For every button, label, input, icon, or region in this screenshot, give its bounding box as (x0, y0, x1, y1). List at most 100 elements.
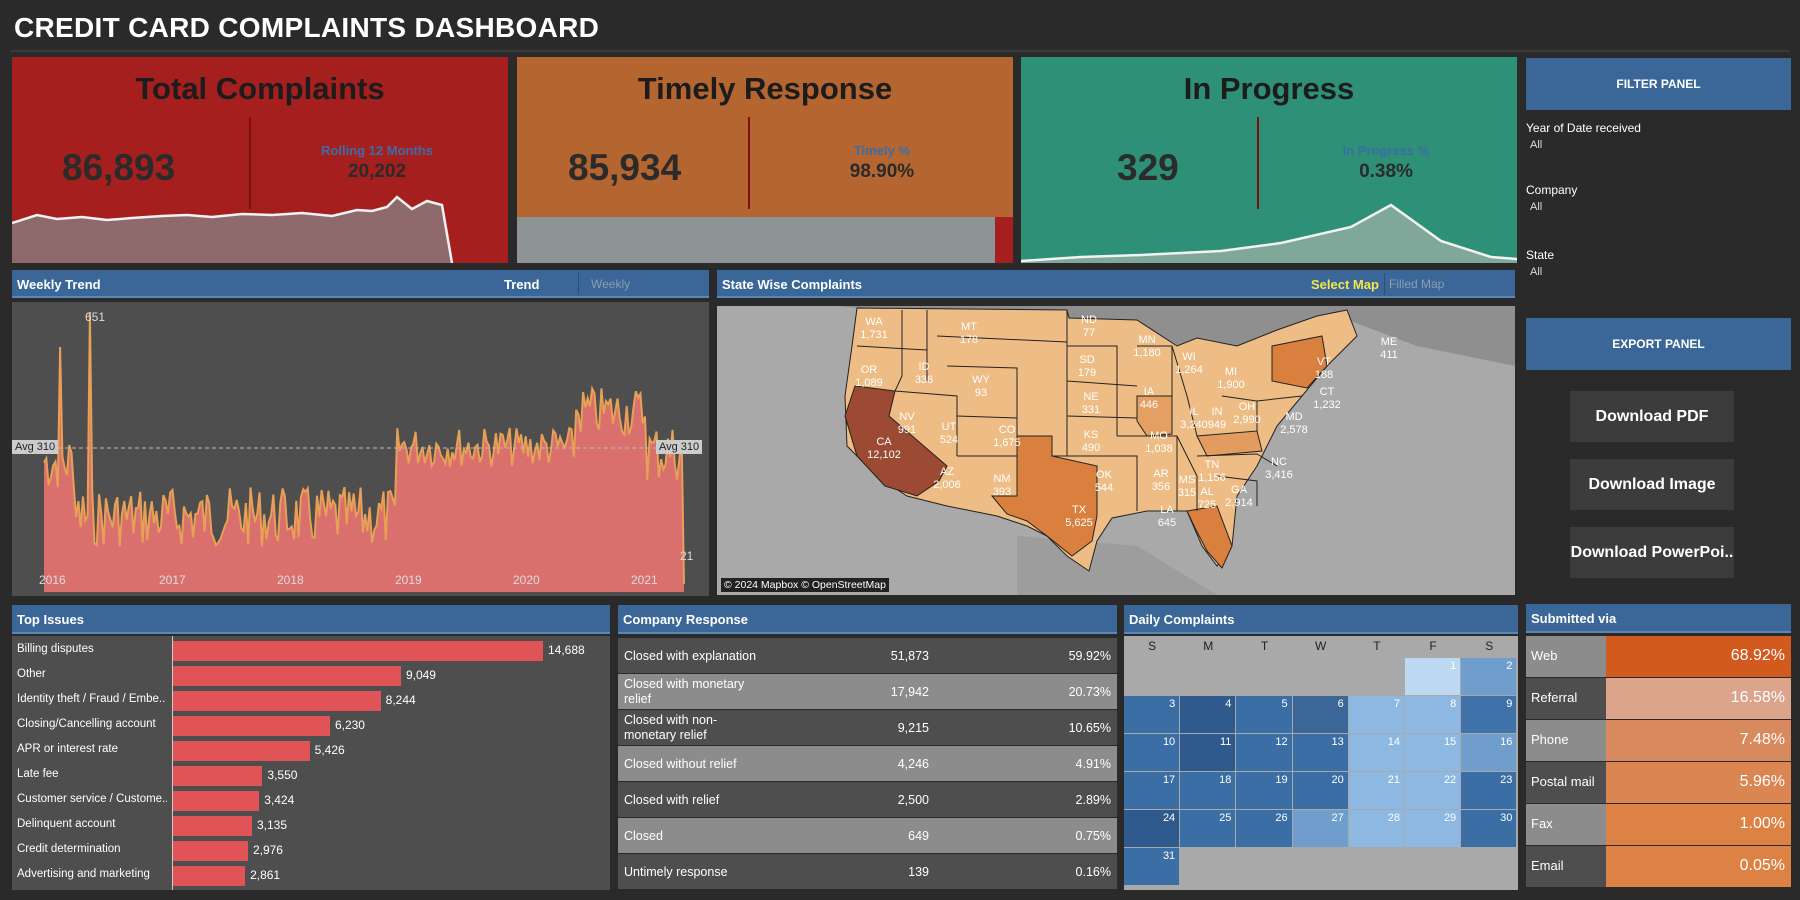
calendar-day[interactable]: 21 (1348, 772, 1404, 809)
state-label-la[interactable]: LA 645 (1145, 504, 1189, 530)
download-pdf-button[interactable]: Download PDF (1570, 391, 1734, 442)
state-label-nc[interactable]: NC 3,416 (1257, 456, 1301, 482)
calendar-day[interactable]: 23 (1461, 772, 1517, 809)
state-label-mn[interactable]: MN 1,180 (1125, 334, 1169, 360)
submitted-row[interactable]: Email 0.05% (1526, 846, 1791, 887)
filter-state-dropdown[interactable]: All (1530, 266, 1780, 278)
state-map[interactable]: WA 1,731 OR 1,089 CA 12,102 ID 336 NV 991 MT 178 WY 9… (717, 306, 1515, 595)
filter-company-dropdown[interactable]: All (1530, 201, 1780, 213)
calendar-day[interactable]: 11 (1180, 734, 1236, 771)
calendar-day[interactable]: 27 (1292, 810, 1348, 847)
state-label-az[interactable]: AZ 2,006 (925, 466, 969, 492)
state-label-nm[interactable]: NM 393 (980, 473, 1024, 499)
state-label-sd[interactable]: SD 179 (1065, 354, 1109, 380)
calendar-day[interactable]: 20 (1292, 772, 1348, 809)
calendar-day[interactable]: 26 (1236, 810, 1292, 847)
calendar-day[interactable]: 1 (1405, 658, 1461, 695)
state-label-oh[interactable]: OH 2,990 (1225, 401, 1269, 427)
state-label-vt[interactable]: VT 188 (1302, 356, 1346, 382)
calendar-day[interactable]: 25 (1180, 810, 1236, 847)
company-response-table[interactable]: Closed with explanation 51,873 59.92% Close… (618, 638, 1117, 890)
state-label-tx[interactable]: TX 5,625 (1057, 504, 1101, 530)
calendar-day[interactable]: 8 (1405, 696, 1461, 733)
calendar-day[interactable]: 16 (1461, 734, 1517, 771)
state-label-ia[interactable]: IA 446 (1127, 386, 1171, 412)
daily-complaints-calendar[interactable]: S M T W T F S 1 2 3 4 5 6 7 8 9 10 11 12 13 14 15 16 17 18 19 20 21… (1124, 636, 1518, 890)
state-label-wa[interactable]: WA 1,731 (852, 316, 896, 342)
issue-bar[interactable] (173, 816, 252, 836)
calendar-day[interactable]: 24 (1124, 810, 1180, 847)
company-response-row[interactable]: Closed with relief 2,500 2.89% (618, 782, 1117, 817)
calendar-day[interactable]: 29 (1405, 810, 1461, 847)
filter-year-dropdown[interactable]: All (1530, 139, 1780, 151)
issue-bar[interactable] (173, 866, 246, 886)
trend-dropdown[interactable]: Weekly (578, 272, 703, 294)
issue-bar[interactable] (173, 666, 401, 686)
state-label-ut[interactable]: UT 524 (927, 421, 971, 447)
calendar-day[interactable]: 13 (1292, 734, 1348, 771)
state-label-ne[interactable]: NE 331 (1069, 391, 1113, 417)
calendar-day[interactable]: 12 (1236, 734, 1292, 771)
state-label-mo[interactable]: MO 1,038 (1137, 430, 1181, 456)
issue-bar[interactable] (173, 716, 330, 736)
calendar-day[interactable]: 18 (1180, 772, 1236, 809)
issue-bar[interactable] (173, 741, 310, 761)
calendar-day[interactable]: 28 (1348, 810, 1404, 847)
state-label-ca[interactable]: CA 12,102 (862, 436, 906, 462)
calendar-day[interactable]: 31 (1124, 848, 1180, 885)
state-label-ct[interactable]: CT 1,232 (1305, 386, 1349, 412)
calendar-day[interactable]: 9 (1461, 696, 1517, 733)
calendar-day[interactable]: 6 (1292, 696, 1348, 733)
state-label-ga[interactable]: GA 2,914 (1217, 484, 1261, 510)
issue-bar[interactable] (173, 766, 263, 786)
kpi-in-progress[interactable]: In Progress 329 In Progress % 0.38% (1021, 57, 1517, 263)
state-label-wy[interactable]: WY 93 (959, 374, 1003, 400)
state-label-wi[interactable]: WI 1,264 (1167, 351, 1211, 377)
calendar-day[interactable]: 30 (1461, 810, 1517, 847)
submitted-row[interactable]: Web 68.92% (1526, 636, 1791, 677)
weekly-trend-chart[interactable]: 651 Avg 310 Avg 310 21 2016 2017 2018 20… (12, 302, 709, 596)
submitted-row[interactable]: Referral 16.58% (1526, 678, 1791, 719)
issue-bar[interactable] (173, 641, 543, 661)
state-label-md[interactable]: MD 2,578 (1272, 411, 1316, 437)
calendar-day[interactable]: 3 (1124, 696, 1180, 733)
issue-bar[interactable] (173, 691, 381, 711)
submitted-row[interactable]: Postal mail 5.96% (1526, 762, 1791, 803)
state-label-ok[interactable]: OK 544 (1082, 469, 1126, 495)
company-response-row[interactable]: Closed without relief 4,246 4.91% (618, 746, 1117, 781)
submitted-via-table[interactable]: Web 68.92% Referral 16.58% Phone 7.48% Postal … (1526, 636, 1791, 890)
calendar-day[interactable]: 15 (1405, 734, 1461, 771)
company-response-row[interactable]: Untimely response 139 0.16% (618, 854, 1117, 889)
top-issues-chart[interactable]: Billing disputes 14,688 Other 9,049 Identity… (12, 636, 610, 890)
state-label-mt[interactable]: MT 178 (947, 321, 991, 347)
select-map-dropdown[interactable]: Filled Map (1384, 273, 1499, 295)
company-response-row[interactable]: Closed with monetary relief 17,942 20.73% (618, 674, 1117, 709)
calendar-day[interactable]: 2 (1461, 658, 1517, 695)
calendar-day[interactable]: 5 (1236, 696, 1292, 733)
state-label-or[interactable]: OR 1,089 (847, 364, 891, 390)
calendar-day[interactable]: 17 (1124, 772, 1180, 809)
calendar-day[interactable]: 19 (1236, 772, 1292, 809)
company-response-row[interactable]: Closed with non-monetary relief 9,215 10.6… (618, 710, 1117, 745)
calendar-day[interactable]: 22 (1405, 772, 1461, 809)
state-label-id[interactable]: ID 336 (902, 361, 946, 387)
company-response-row[interactable]: Closed with explanation 51,873 59.92% (618, 638, 1117, 673)
kpi-total-complaints[interactable]: Total Complaints 86,893 Rolling 12 Month… (12, 57, 508, 263)
issue-bar[interactable] (173, 791, 260, 811)
submitted-row[interactable]: Fax 1.00% (1526, 804, 1791, 845)
calendar-day[interactable]: 7 (1348, 696, 1404, 733)
state-label-me[interactable]: ME 411 (1367, 336, 1411, 362)
issue-bar[interactable] (173, 841, 248, 861)
company-response-row[interactable]: Closed 649 0.75% (618, 818, 1117, 853)
calendar-day[interactable]: 14 (1348, 734, 1404, 771)
kpi-timely-response[interactable]: Timely Response 85,934 Timely % 98.90% (517, 57, 1013, 263)
state-label-nv[interactable]: NV 991 (885, 411, 929, 437)
state-label-co[interactable]: CO 1,675 (985, 424, 1029, 450)
state-label-nd[interactable]: ND 77 (1067, 314, 1111, 340)
calendar-day[interactable]: 10 (1124, 734, 1180, 771)
calendar-day[interactable]: 4 (1180, 696, 1236, 733)
download-powerpoint-button[interactable]: Download PowerPoi.. (1570, 527, 1734, 578)
submitted-row[interactable]: Phone 7.48% (1526, 720, 1791, 761)
state-label-ks[interactable]: KS 490 (1069, 429, 1113, 455)
download-image-button[interactable]: Download Image (1570, 459, 1734, 510)
